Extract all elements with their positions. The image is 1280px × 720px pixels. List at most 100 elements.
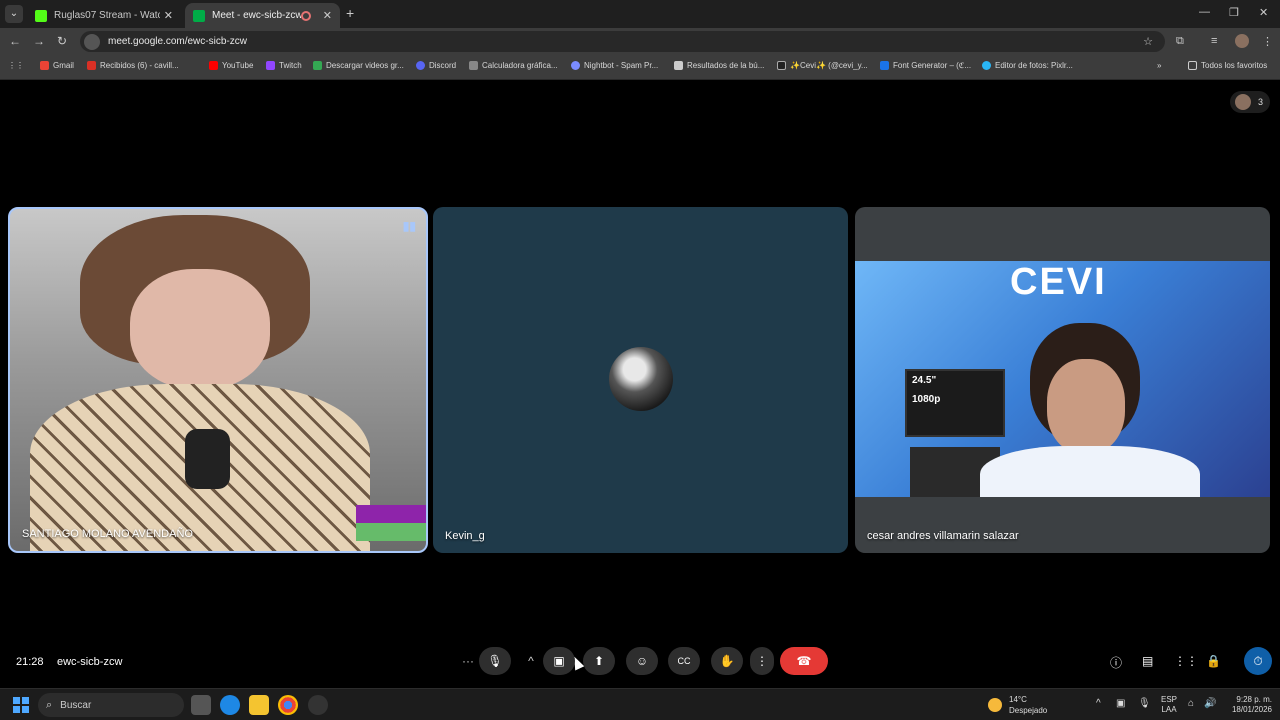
bookmark-label: Font Generator – (ℭ...: [893, 61, 972, 70]
apps-grid-icon[interactable]: ⋮⋮: [8, 61, 24, 70]
bookmark-nightbot[interactable]: Nightbot - Spam Pr...: [571, 61, 658, 70]
participant-tile-kevin[interactable]: Kevin_g: [433, 207, 848, 553]
close-tab-icon[interactable]: ✕: [323, 9, 332, 22]
windows-taskbar: ⌕ Buscar 14°C Despejado ^ ▣ 🎙 ESP LAA ⌂ …: [0, 688, 1280, 720]
app-icon[interactable]: [308, 695, 328, 715]
end-call-button[interactable]: ☎: [780, 647, 828, 675]
windows-start-icon[interactable]: [13, 697, 29, 713]
bookmark-descargar[interactable]: Descargar videos gr...: [313, 61, 404, 70]
profile-avatar[interactable]: [1235, 34, 1249, 48]
participant-video: CEVI 24.5" 1080p: [855, 261, 1270, 497]
reactions-button[interactable]: ☺: [626, 647, 658, 675]
captions-icon: CC: [677, 656, 691, 666]
site-info-icon[interactable]: [84, 33, 100, 50]
video-overlay-bar: [356, 505, 426, 541]
network-icon[interactable]: ⌂: [1188, 698, 1194, 709]
taskbar-search[interactable]: ⌕ Buscar: [38, 693, 184, 717]
tab-google-meet[interactable]: Meet - ewc-sicb-zcw ✕: [185, 3, 340, 28]
more-bookmarks-icon[interactable]: »: [1157, 61, 1161, 70]
host-controls-icon[interactable]: 🔒: [1206, 654, 1221, 668]
chat-icon[interactable]: ▤: [1142, 654, 1153, 668]
youtube-icon: [209, 61, 218, 70]
speaking-indicator-icon: ▮▮: [402, 219, 416, 233]
file-explorer-icon[interactable]: [249, 695, 269, 715]
meeting-info-icon[interactable]: ⓘ: [1110, 654, 1122, 671]
forward-icon[interactable]: →: [33, 34, 45, 48]
participant-tile-santiago[interactable]: ▮▮ SANTIAGO MOLANO AVENDAÑO: [8, 207, 428, 553]
tab-ruglas07-stream[interactable]: Ruglas07 Stream - Watch Live o ✕: [27, 3, 181, 28]
bookmark-label: Nightbot - Spam Pr...: [584, 61, 659, 70]
search-icon: ⌕: [46, 698, 53, 711]
minimize-icon[interactable]: —: [1199, 6, 1210, 18]
bookmark-recibidos[interactable]: Recibidos (6) - cavill...: [87, 61, 179, 70]
participant-name: Kevin_g: [445, 530, 485, 542]
tab-search-button[interactable]: ⌄: [5, 5, 23, 23]
show-hidden-icons-icon[interactable]: ^: [1096, 698, 1101, 709]
chrome-menu-icon[interactable]: ⋮: [1262, 35, 1273, 48]
volume-icon[interactable]: 🔊: [1204, 698, 1216, 709]
bookmark-font-generator[interactable]: Font Generator – (ℭ...: [880, 61, 971, 70]
bookmark-label: Resultados de la bú...: [687, 61, 765, 70]
microphone-tray-icon[interactable]: 🎙: [1138, 698, 1151, 709]
bookmark-cevi[interactable]: ✨Cevi✨ (@cevi_y...: [777, 61, 868, 70]
tab-title: Meet - ewc-sicb-zcw: [212, 10, 301, 21]
bookmarks-bar: ⋮⋮ Gmail Recibidos (6) - cavill... YouTu…: [0, 55, 1280, 80]
browser-tabstrip: ⌄ Ruglas07 Stream - Watch Live o ✕ Meet …: [0, 0, 1280, 28]
monitor-spec-size: 24.5": [912, 375, 937, 386]
weather-widget[interactable]: 14°C Despejado: [988, 694, 1047, 716]
bookmark-label: Calculadora gráfica...: [482, 61, 558, 70]
restore-icon[interactable]: ❐: [1229, 6, 1239, 19]
present-button[interactable]: ⬆: [583, 647, 615, 675]
reload-icon[interactable]: ↻: [57, 34, 67, 48]
bookmark-calculadora[interactable]: Calculadora gráfica...: [469, 61, 558, 70]
all-bookmarks-label: Todos los favoritos: [1201, 61, 1268, 70]
emoji-icon: ☺: [635, 654, 649, 668]
new-tab-button[interactable]: +: [346, 5, 354, 21]
media-control-icon[interactable]: ≡: [1211, 35, 1217, 47]
raise-hand-button[interactable]: ✋: [711, 647, 743, 675]
bookmark-discord[interactable]: Discord: [416, 61, 456, 70]
language-indicator[interactable]: ESP LAA: [1161, 695, 1177, 715]
bookmark-star-icon[interactable]: ☆: [1143, 35, 1153, 48]
edge-icon[interactable]: [220, 695, 240, 715]
microphone-icon: 🎙: [487, 654, 503, 668]
bookmark-label: Editor de fotos: Pixlr...: [995, 61, 1073, 70]
participant-tile-cesar[interactable]: CEVI 24.5" 1080p cesar andres villamarin…: [855, 207, 1270, 553]
bookmark-pixlr[interactable]: Editor de fotos: Pixlr...: [982, 61, 1073, 70]
captions-button[interactable]: CC: [668, 647, 700, 675]
hand-icon: ✋: [719, 654, 735, 668]
more-menu-button[interactable]: ⋮: [750, 647, 774, 675]
pixlr-icon: [982, 61, 991, 70]
close-tab-icon[interactable]: ✕: [164, 9, 173, 22]
extensions-icon[interactable]: ⧉: [1176, 35, 1184, 48]
bookmark-resultados[interactable]: Resultados de la bú...: [674, 61, 764, 70]
audio-options-chevron-icon[interactable]: ^: [518, 647, 544, 675]
bookmark-label: Gmail: [53, 61, 74, 70]
bookmark-label: YouTube: [222, 61, 254, 70]
bookmark-youtube[interactable]: YouTube: [209, 61, 253, 70]
gmail-icon: [40, 61, 49, 70]
font-icon: [880, 61, 889, 70]
all-bookmarks-folder[interactable]: Todos los favoritos: [1188, 61, 1267, 70]
participant-name: SANTIAGO MOLANO AVENDAÑO: [22, 528, 193, 540]
taskbar-clock[interactable]: 9:28 p. m. 18/01/2026: [1222, 695, 1272, 715]
back-icon[interactable]: ←: [9, 34, 21, 48]
bookmark-gmail[interactable]: Gmail: [40, 61, 74, 70]
video-microphone: [185, 429, 230, 489]
bookmark-twitch[interactable]: Twitch: [266, 61, 302, 70]
activities-icon[interactable]: ⋮⋮: [1174, 654, 1198, 668]
hang-up-icon: ☎: [796, 654, 812, 668]
meeting-time: 21:28: [16, 656, 44, 668]
address-bar[interactable]: meet.google.com/ewc-sicb-zcw ☆: [80, 31, 1165, 52]
weather-temp: 14°C: [1009, 695, 1027, 704]
task-view-icon[interactable]: [191, 695, 211, 715]
timer-button[interactable]: ⏱: [1244, 647, 1272, 675]
participants-button[interactable]: 3: [1230, 91, 1270, 113]
tray-app-icon[interactable]: ▣: [1116, 698, 1125, 709]
close-window-icon[interactable]: ✕: [1259, 6, 1268, 19]
microphone-button[interactable]: 🎙: [479, 647, 511, 675]
camera-button[interactable]: ▣: [543, 647, 575, 675]
more-options-icon[interactable]: ···: [455, 647, 481, 675]
monitor-spec-res: 1080p: [912, 394, 941, 405]
chrome-icon[interactable]: [278, 695, 298, 715]
